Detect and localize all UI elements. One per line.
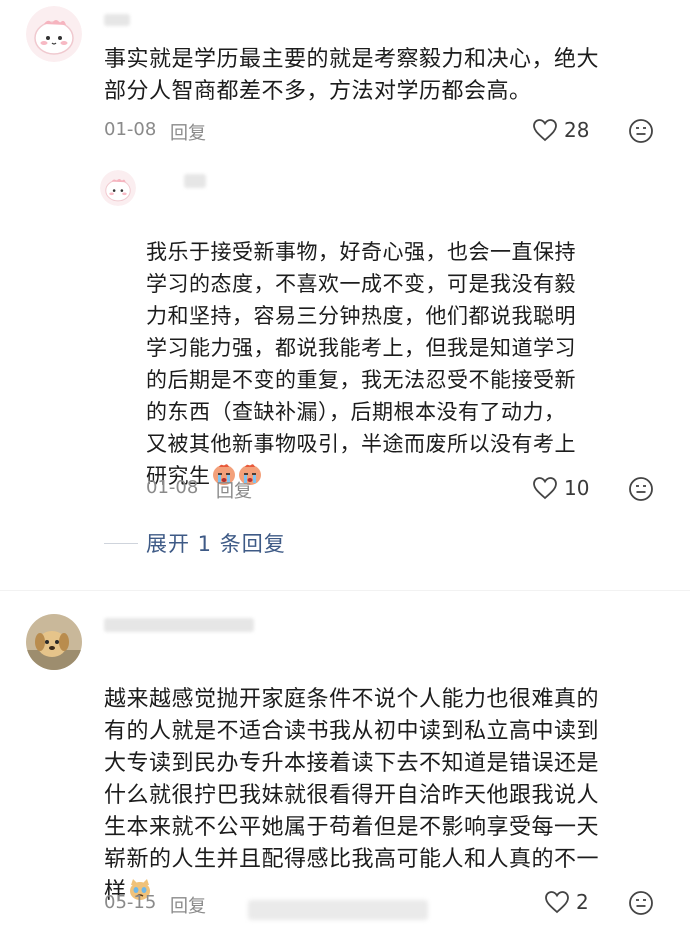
username[interactable] — [104, 618, 254, 632]
comment-text-body: 越来越感觉抛开家庭条件不说个人能力也很难真的 有的人就是不适合读书我从初中读到私… — [104, 687, 600, 904]
avatar[interactable] — [26, 614, 82, 670]
reply-text: 我乐于接受新事物，好奇心强，也会一直保持 学习的态度，不喜欢一成不变，可是我没有… — [146, 204, 666, 495]
comment-date: 01-08 — [104, 119, 157, 140]
like-button[interactable]: 2 — [544, 890, 589, 914]
like-count: 10 — [564, 476, 590, 500]
emoji-face-icon — [629, 477, 653, 501]
comment-divider — [0, 590, 690, 591]
expand-divider-line — [104, 543, 138, 544]
like-count: 2 — [576, 890, 589, 914]
react-button[interactable] — [628, 890, 654, 920]
comment-date: 05-15 — [104, 892, 157, 913]
heart-outline-icon — [533, 119, 557, 142]
react-button[interactable] — [628, 476, 654, 506]
like-button[interactable]: 28 — [532, 118, 589, 142]
reply-avatar[interactable] — [100, 170, 136, 206]
avatar-cartoon-icon — [26, 6, 82, 62]
avatar-dog-photo-icon — [26, 614, 82, 670]
react-button[interactable] — [628, 118, 654, 148]
reply-text-body: 我乐于接受新事物，好奇心强，也会一直保持 学习的态度，不喜欢一成不变，可是我没有… — [146, 240, 576, 488]
avatar[interactable] — [26, 6, 82, 62]
emoji-face-icon — [629, 119, 653, 143]
reply-button[interactable]: 回复 — [170, 892, 206, 918]
emoji-face-icon — [629, 891, 653, 915]
watermark — [248, 900, 428, 920]
reply-username[interactable] — [184, 174, 206, 188]
avatar-cartoon-icon — [100, 170, 136, 206]
heart-outline-icon — [533, 477, 557, 500]
like-count: 28 — [564, 118, 590, 142]
comment-text: 越来越感觉抛开家庭条件不说个人能力也很难真的 有的人就是不适合读书我从初中读到私… — [104, 652, 664, 911]
username[interactable] — [104, 14, 130, 26]
reply-date: 01-08 — [146, 477, 199, 498]
expand-replies-button[interactable]: 展开 1 条回复 — [146, 528, 286, 558]
reply-button[interactable]: 回复 — [170, 119, 206, 145]
reply-button[interactable]: 回复 — [216, 477, 252, 503]
heart-outline-icon — [545, 891, 569, 914]
comment-text: 事实就是学历最主要的就是考察毅力和决心，绝大 部分人智商都差不多，方法对学历都会… — [104, 47, 600, 104]
like-button[interactable]: 10 — [532, 476, 589, 500]
